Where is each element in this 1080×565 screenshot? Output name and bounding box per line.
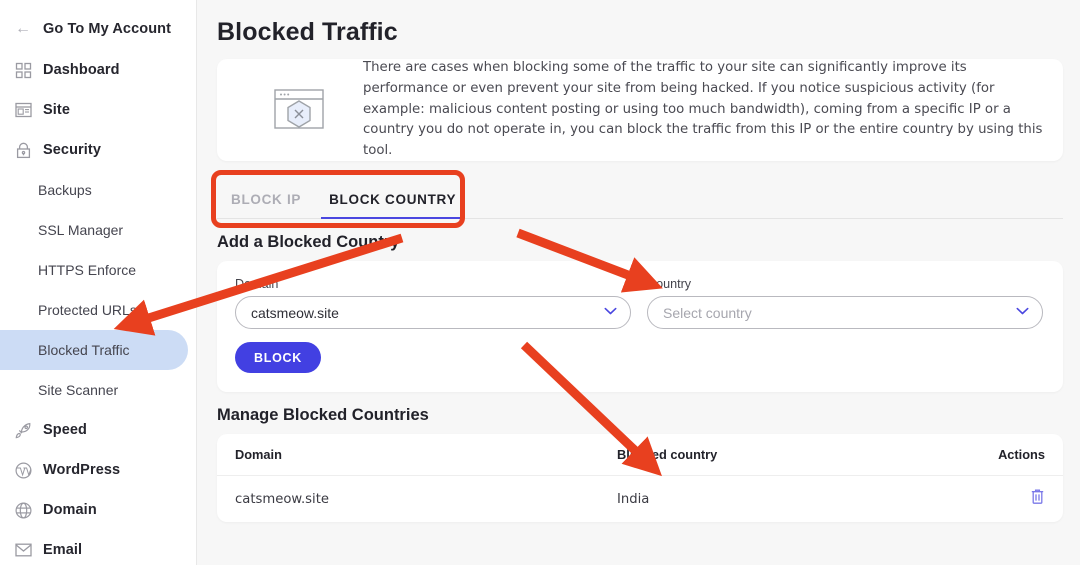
globe-icon (14, 501, 32, 519)
tab-label: BLOCK IP (231, 192, 302, 207)
sidebar-item-label: Protected URLs (38, 302, 137, 318)
sidebar-item-label: Email (43, 542, 83, 558)
sidebar-item-label: HTTPS Enforce (38, 262, 137, 278)
wordpress-icon (14, 461, 32, 479)
sidebar-item-domain[interactable]: Domain (0, 490, 196, 530)
add-blocked-country-card: Domain catsmeow.site Country Select coun… (217, 261, 1063, 392)
column-header-blocked-country: Blocked country (617, 447, 718, 462)
domain-select-value: catsmeow.site (251, 304, 339, 321)
tabs: BLOCK IP BLOCK COUNTRY (217, 175, 1063, 219)
sidebar-item-label: Site (43, 102, 70, 118)
sidebar-item-site[interactable]: Site (0, 90, 196, 130)
sidebar-item-dashboard[interactable]: Dashboard (0, 50, 196, 90)
sidebar-item-label: Security (43, 142, 102, 158)
country-label: Country (647, 277, 692, 291)
rocket-icon (14, 421, 32, 439)
sidebar-item-label: WordPress (43, 462, 121, 478)
sidebar-item-label: Backups (38, 182, 92, 198)
block-button[interactable]: BLOCK (235, 342, 321, 373)
envelope-icon (14, 541, 32, 559)
tab-block-ip[interactable]: BLOCK IP (217, 192, 315, 218)
sidebar-item-blocked-traffic[interactable]: Blocked Traffic (0, 330, 188, 370)
country-select-value: Select country (663, 304, 752, 321)
sidebar-item-protected-urls[interactable]: Protected URLs (0, 290, 188, 330)
tab-label: BLOCK COUNTRY (329, 192, 457, 207)
sidebar-item-wordpress[interactable]: WordPress (0, 450, 196, 490)
sidebar-item-ssl-manager[interactable]: SSL Manager (0, 210, 188, 250)
sidebar-item-label: Domain (43, 502, 97, 518)
chevron-down-icon (604, 307, 617, 318)
sidebar-item-security[interactable]: Security (0, 130, 196, 170)
column-header-actions: Actions (998, 447, 1045, 462)
cell-actions (975, 488, 1045, 510)
main-content: Blocked Traffic There are cases when blo… (197, 0, 1080, 565)
info-card: There are cases when blocking some of th… (217, 59, 1063, 161)
form-fields-row: Domain catsmeow.site Country Select coun… (235, 277, 1043, 329)
tabs-container: BLOCK IP BLOCK COUNTRY (217, 175, 1063, 219)
sidebar-item-label: Site Scanner (38, 382, 119, 398)
domain-label: Domain (235, 277, 279, 291)
table-row: catsmeow.site India (217, 476, 1063, 522)
manage-blocked-countries-title: Manage Blocked Countries (217, 406, 429, 424)
column-header-domain: Domain (235, 447, 282, 462)
browser-icon (14, 101, 32, 119)
country-select[interactable]: Select country (647, 296, 1043, 329)
page-title: Blocked Traffic (217, 18, 398, 46)
sidebar-item-speed[interactable]: Speed (0, 410, 196, 450)
sidebar-item-https-enforce[interactable]: HTTPS Enforce (0, 250, 188, 290)
domain-field: Domain catsmeow.site (235, 277, 631, 329)
sidebar-back-to-account[interactable]: ← Go To My Account (0, 8, 196, 50)
grid-icon (14, 61, 32, 79)
arrow-left-icon: ← (15, 20, 31, 37)
cell-blocked-country: India (617, 491, 650, 507)
cell-domain: catsmeow.site (235, 491, 329, 507)
sidebar-item-label: SSL Manager (38, 222, 124, 238)
app-root: ← Go To My Account Dashboard Site Securi… (0, 0, 1080, 565)
chevron-down-icon (1016, 307, 1029, 318)
tab-block-country[interactable]: BLOCK COUNTRY (315, 192, 470, 219)
trash-icon[interactable] (1030, 488, 1045, 510)
sidebar-item-email[interactable]: Email (0, 530, 196, 565)
sidebar-item-label: Dashboard (43, 62, 120, 78)
sidebar-item-label: Speed (43, 422, 88, 438)
sidebar-item-label: Blocked Traffic (38, 342, 130, 358)
lock-icon (14, 141, 32, 159)
table-header-row: Domain Blocked country Actions (217, 434, 1063, 476)
sidebar: ← Go To My Account Dashboard Site Securi… (0, 0, 197, 565)
sidebar-item-site-scanner[interactable]: Site Scanner (0, 370, 188, 410)
sidebar-item-backups[interactable]: Backups (0, 170, 188, 210)
info-card-text: There are cases when blocking some of th… (363, 60, 1043, 159)
add-blocked-country-title: Add a Blocked Country (217, 233, 400, 251)
manage-blocked-countries-table: Domain Blocked country Actions catsmeow.… (217, 434, 1063, 522)
domain-select[interactable]: catsmeow.site (235, 296, 631, 329)
country-field: Country Select country (647, 277, 1043, 329)
sidebar-back-label: Go To My Account (43, 21, 172, 37)
blocked-site-icon (235, 86, 363, 134)
